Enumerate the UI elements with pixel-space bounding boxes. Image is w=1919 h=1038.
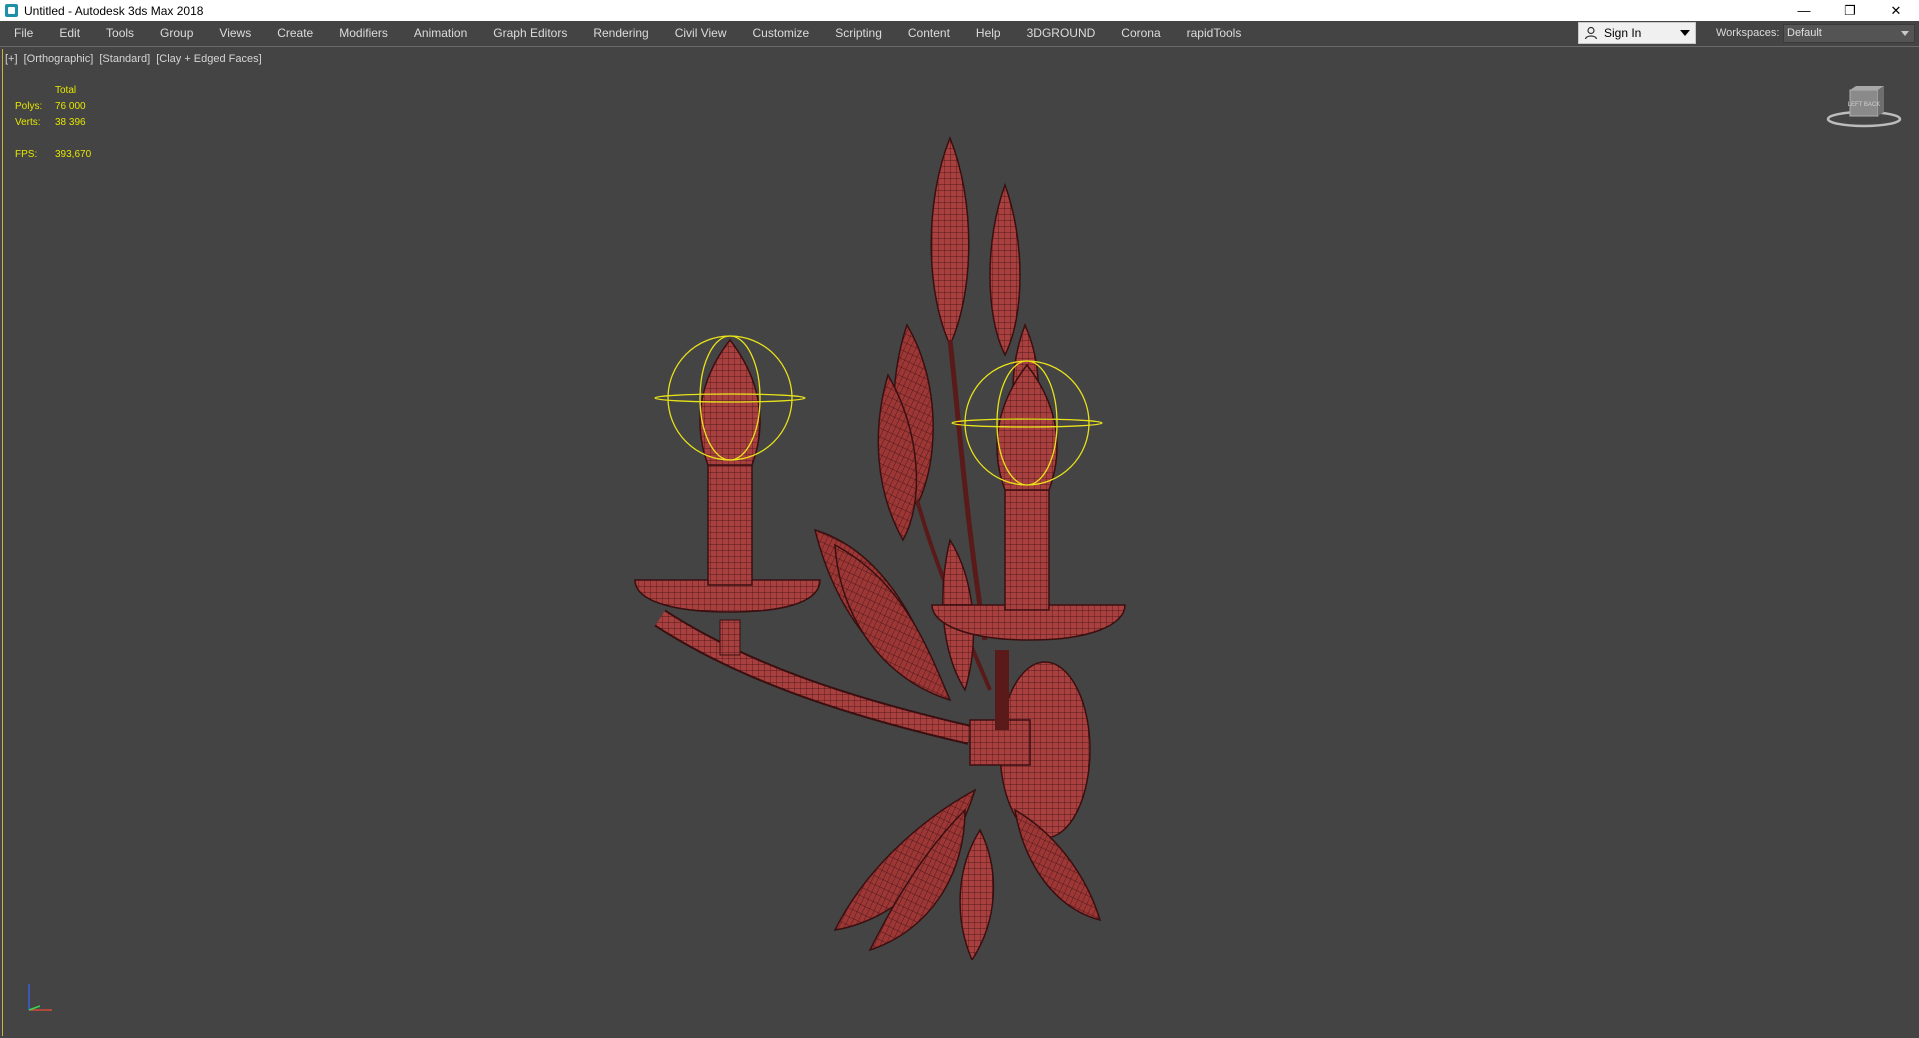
close-button[interactable]: ✕: [1873, 0, 1919, 21]
menu-rendering[interactable]: Rendering: [580, 21, 661, 46]
viewport-menu-button[interactable]: [+]: [5, 53, 18, 65]
menu-divider: [0, 46, 1919, 47]
menu-views[interactable]: Views: [206, 21, 264, 46]
fps-label: FPS:: [15, 149, 38, 160]
menu-animation[interactable]: Animation: [401, 21, 480, 46]
menu-rapidtools[interactable]: rapidTools: [1174, 21, 1255, 46]
polys-label: Polys:: [15, 101, 43, 112]
verts-value: 38 396: [55, 117, 86, 128]
viewport-display-mode[interactable]: [Clay + Edged Faces]: [156, 53, 261, 65]
menu-file[interactable]: File: [0, 21, 46, 46]
workspace-value: Default: [1787, 27, 1822, 39]
menu-graph-editors[interactable]: Graph Editors: [480, 21, 580, 46]
chevron-down-icon: [1901, 31, 1909, 36]
title-bar: Untitled - Autodesk 3ds Max 2018 — ❐ ✕: [0, 0, 1919, 21]
menu-civil-view[interactable]: Civil View: [662, 21, 740, 46]
svg-text:LEFT BACK: LEFT BACK: [1848, 102, 1881, 108]
menu-edit[interactable]: Edit: [46, 21, 93, 46]
menu-corona[interactable]: Corona: [1108, 21, 1173, 46]
window-controls: — ❐ ✕: [1781, 0, 1919, 21]
restore-button[interactable]: ❐: [1827, 0, 1873, 21]
minimize-button[interactable]: —: [1781, 0, 1827, 21]
app-icon: [5, 4, 18, 17]
menu-content[interactable]: Content: [895, 21, 963, 46]
menu-3dground[interactable]: 3DGROUND: [1014, 21, 1109, 46]
sign-in-dropdown[interactable]: Sign In: [1578, 22, 1696, 44]
chevron-down-icon: [1680, 30, 1690, 36]
menu-scripting[interactable]: Scripting: [822, 21, 895, 46]
workspaces-select[interactable]: Default: [1783, 24, 1915, 43]
verts-label: Verts:: [15, 117, 41, 128]
viewport-label: [+] [Orthographic] [Standard] [Clay + Ed…: [5, 53, 265, 65]
workspaces-label: Workspaces:: [1716, 27, 1780, 39]
user-icon: [1584, 26, 1598, 40]
window-title: Untitled - Autodesk 3ds Max 2018: [24, 3, 204, 18]
viewport-shading-standard[interactable]: [Standard]: [99, 53, 150, 65]
menu-group[interactable]: Group: [147, 21, 206, 46]
sign-in-label: Sign In: [1604, 26, 1642, 40]
menu-help[interactable]: Help: [963, 21, 1014, 46]
axis-tripod-icon: [28, 984, 52, 1011]
wall-sconce-model[interactable]: [620, 130, 1140, 960]
menu-create[interactable]: Create: [264, 21, 326, 46]
fps-value: 393,670: [55, 149, 92, 160]
polys-value: 76 000: [55, 101, 86, 112]
menu-customize[interactable]: Customize: [740, 21, 823, 46]
viewcube-icon[interactable]: LEFT BACK: [1824, 84, 1904, 130]
viewport-view-label[interactable]: [Orthographic]: [24, 53, 94, 65]
menu-modifiers[interactable]: Modifiers: [326, 21, 401, 46]
menu-tools[interactable]: Tools: [93, 21, 147, 46]
stats-header: Total: [55, 85, 77, 96]
